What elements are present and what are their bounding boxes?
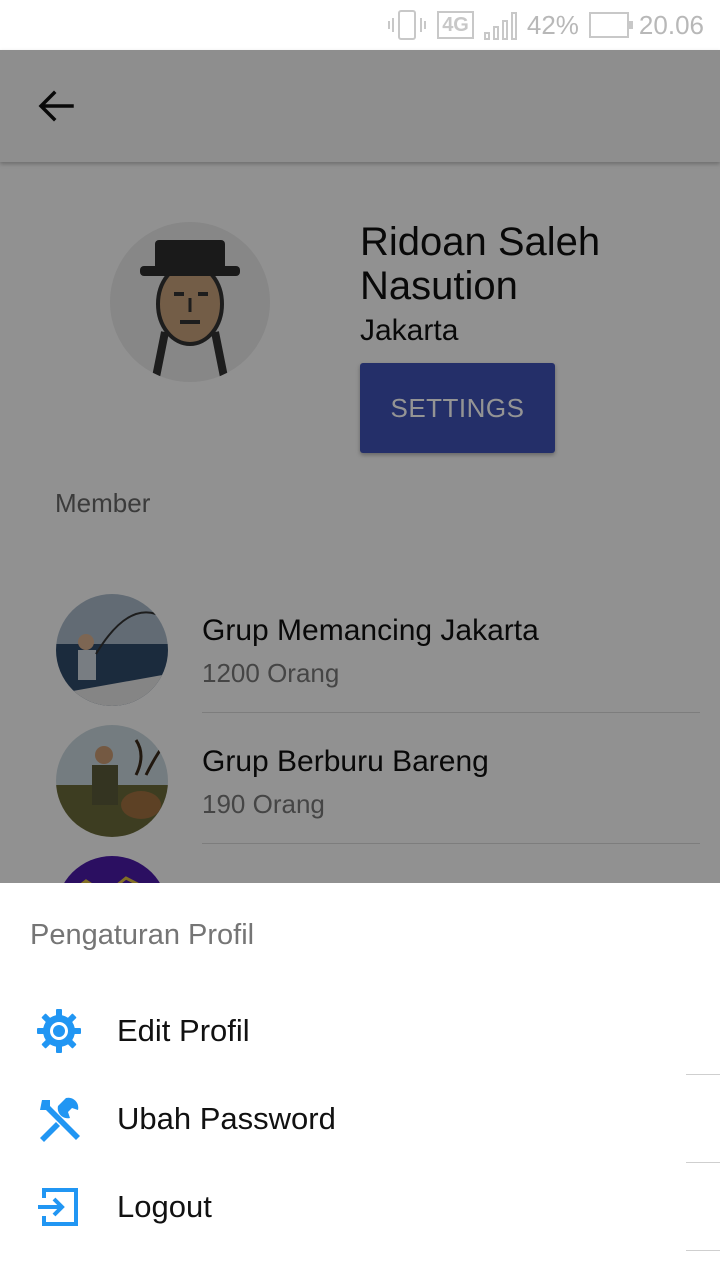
profile-settings-sheet: Pengaturan Profil Edit Profil Ubah Passw… [0, 883, 720, 1280]
vibrate-icon [387, 8, 427, 42]
battery-percent: 42% [526, 9, 579, 40]
edit-profile-item[interactable]: Edit Profil [0, 987, 720, 1075]
clock: 20.06 [638, 9, 704, 40]
scrim-overlay[interactable] [0, 50, 720, 883]
change-password-item[interactable]: Ubah Password [0, 1075, 720, 1163]
logout-label: Logout [117, 1189, 212, 1224]
logout-icon [36, 1184, 82, 1230]
status-bar: 4G 42% 20.06 [0, 0, 720, 50]
signal-icon [483, 10, 517, 40]
network-type: 4G [437, 11, 474, 39]
sheet-title: Pengaturan Profil [30, 919, 255, 951]
tools-icon [36, 1096, 82, 1142]
logout-item[interactable]: Logout [0, 1163, 720, 1251]
divider [686, 1250, 720, 1251]
edit-profile-label: Edit Profil [117, 1013, 250, 1048]
change-password-label: Ubah Password [117, 1101, 336, 1136]
battery-icon [588, 12, 633, 38]
gear-icon [36, 1008, 82, 1054]
